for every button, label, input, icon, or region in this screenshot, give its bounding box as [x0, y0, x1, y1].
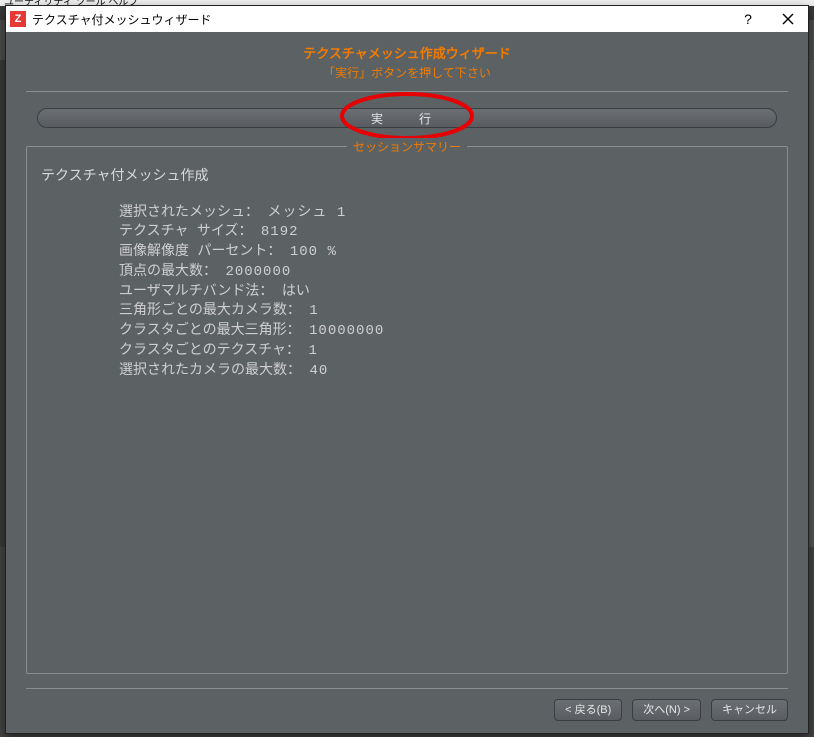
- close-icon: [782, 13, 794, 25]
- summary-label: 頂点の最大数：: [119, 263, 217, 279]
- run-row: 実 行: [26, 108, 788, 128]
- summary-title: テクスチャ付メッシュ作成: [41, 165, 773, 185]
- summary-body: 選択されたメッシュ： メッシュ 1 テクスチャ サイズ： 8192 画像解像度 …: [41, 203, 773, 381]
- summary-label: クラスタごとの最大三角形：: [119, 322, 301, 338]
- summary-row: テクスチャ サイズ： 8192: [119, 222, 773, 242]
- wizard-nav-buttons: < 戻る(B) 次へ(N) > キャンセル: [26, 699, 788, 721]
- summary-value: 1: [309, 303, 318, 319]
- back-button[interactable]: < 戻る(B): [554, 699, 622, 721]
- summary-label: クラスタごとのテクスチャ：: [119, 342, 300, 358]
- summary-row: 画像解像度 パーセント： 100 %: [119, 242, 773, 262]
- summary-row: 選択されたメッシュ： メッシュ 1: [119, 203, 773, 223]
- summary-label: ユーザマルチバンド法：: [119, 283, 273, 299]
- summary-value: メッシュ 1: [267, 205, 346, 221]
- app-icon: Z: [10, 11, 26, 27]
- wizard-dialog: Z テクスチャ付メッシュウィザード ? テクスチャメッシュ作成ウィザード 「実行…: [5, 5, 809, 734]
- summary-value: 10000000: [309, 323, 384, 339]
- summary-value: 1: [308, 343, 317, 359]
- help-button[interactable]: ?: [728, 6, 768, 32]
- summary-row: 三角形ごとの最大カメラ数： 1: [119, 301, 773, 321]
- summary-row: 選択されたカメラの最大数： 40: [119, 361, 773, 381]
- session-summary-legend: セッションサマリー: [347, 138, 467, 155]
- run-button[interactable]: 実 行: [37, 108, 777, 128]
- wizard-header: テクスチャメッシュ作成ウィザード: [26, 46, 788, 62]
- summary-value: はい: [282, 283, 310, 299]
- summary-row: ユーザマルチバンド法： はい: [119, 282, 773, 301]
- summary-label: テクスチャ サイズ：: [119, 223, 252, 239]
- session-summary-box: セッションサマリー テクスチャ付メッシュ作成 選択されたメッシュ： メッシュ 1…: [26, 146, 788, 674]
- next-button[interactable]: 次へ(N) >: [632, 699, 701, 721]
- dialog-title: テクスチャ付メッシュウィザード: [32, 11, 728, 28]
- wizard-subheader: 「実行」ボタンを押して下さい: [26, 64, 788, 81]
- summary-value: 100 %: [290, 244, 337, 260]
- close-button[interactable]: [768, 6, 808, 32]
- summary-row: クラスタごとのテクスチャ： 1: [119, 341, 773, 361]
- dialog-content: テクスチャメッシュ作成ウィザード 「実行」ボタンを押して下さい 実 行 セッショ…: [6, 32, 808, 733]
- summary-label: 画像解像度 パーセント：: [119, 243, 281, 259]
- summary-row: クラスタごとの最大三角形： 10000000: [119, 321, 773, 341]
- summary-value: 2000000: [225, 264, 291, 280]
- summary-label: 三角形ごとの最大カメラ数：: [119, 302, 301, 318]
- summary-value: 8192: [261, 224, 299, 240]
- summary-label: 選択されたメッシュ：: [119, 204, 259, 220]
- summary-row: 頂点の最大数： 2000000: [119, 262, 773, 282]
- bottom-separator: [26, 688, 788, 689]
- summary-label: 選択されたカメラの最大数：: [119, 362, 301, 378]
- dialog-titlebar: Z テクスチャ付メッシュウィザード ?: [6, 6, 808, 32]
- separator: [26, 91, 788, 92]
- summary-value: 40: [309, 363, 328, 379]
- cancel-button[interactable]: キャンセル: [711, 699, 788, 721]
